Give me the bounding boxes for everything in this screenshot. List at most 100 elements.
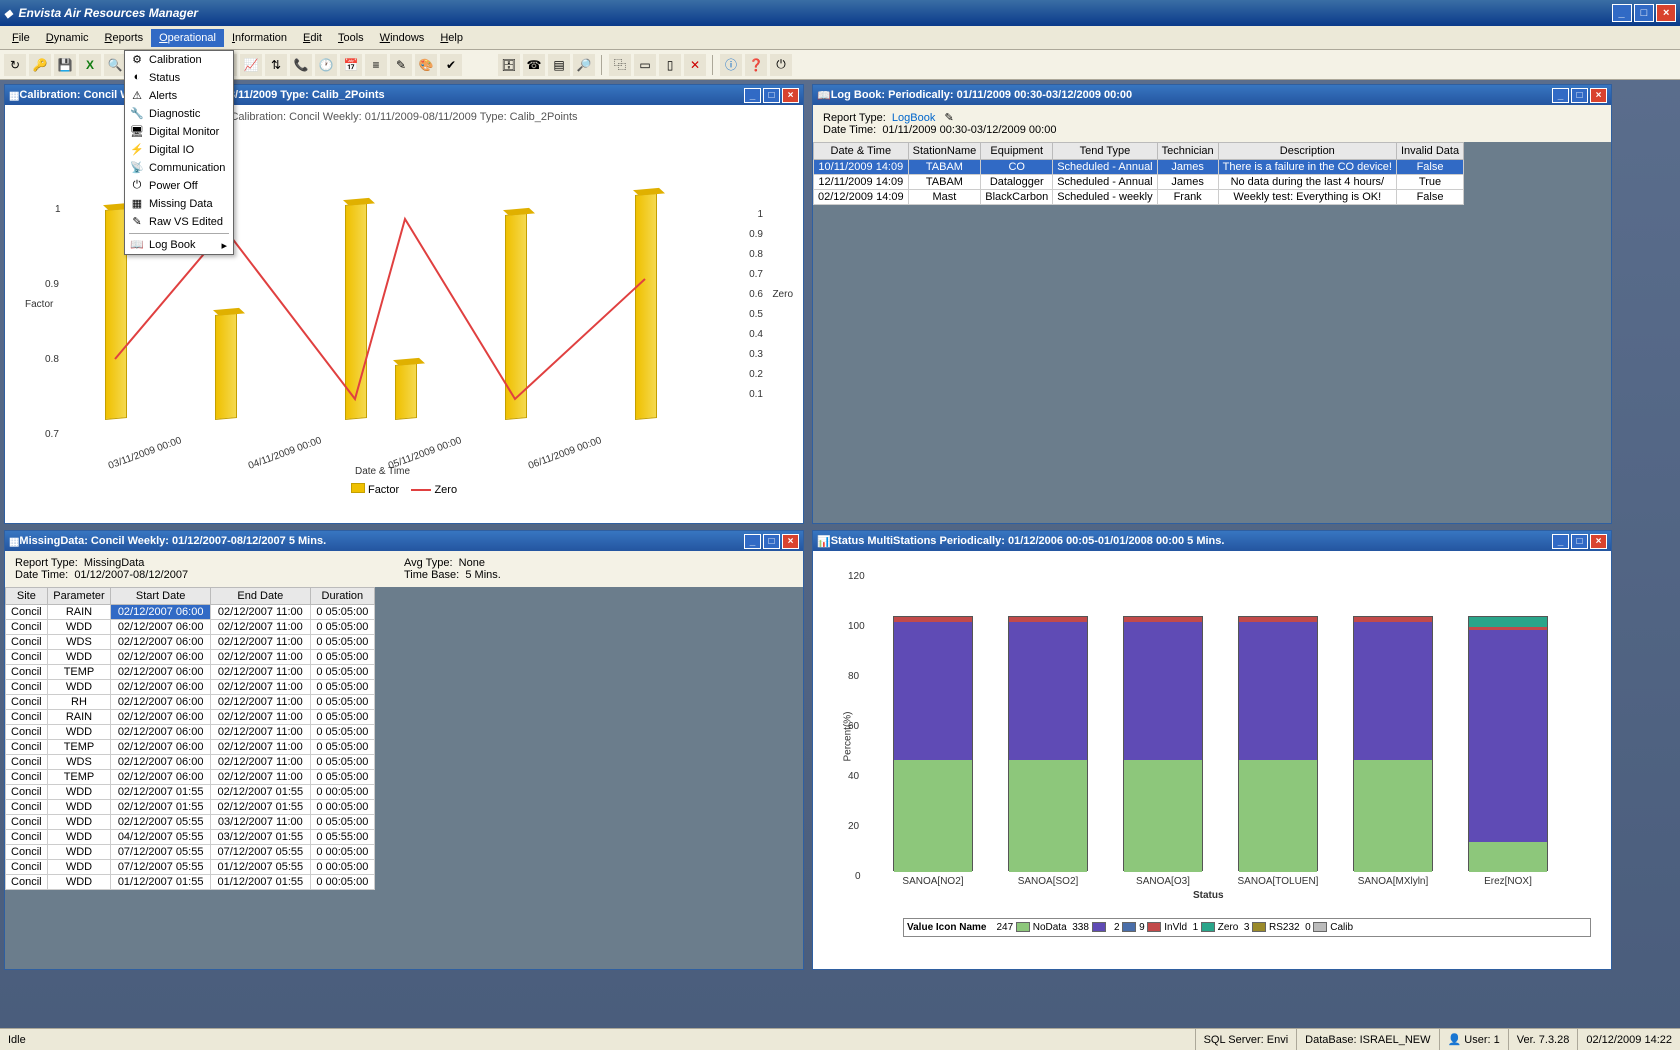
table-row[interactable]: 10/11/2009 14:09TABAMCOScheduled - Annua… [814, 160, 1464, 175]
search-icon[interactable]: 🔎 [573, 54, 595, 76]
table-row[interactable]: ConcilWDD07/12/2007 05:5507/12/2007 05:5… [6, 845, 375, 860]
menu-operational[interactable]: Operational [151, 29, 224, 47]
edit-icon[interactable]: ✎ [390, 54, 412, 76]
max-btn[interactable]: □ [763, 534, 780, 549]
zoom-icon[interactable]: 🔍 [104, 54, 126, 76]
dropdown-communication[interactable]: 📡Communication [125, 159, 233, 177]
info-icon[interactable]: ⓘ [720, 54, 742, 76]
col-header[interactable]: Start Date [111, 588, 211, 605]
dropdown-missing-data[interactable]: ▦Missing Data [125, 195, 233, 213]
close-btn[interactable]: × [1590, 534, 1607, 549]
table-row[interactable]: ConcilWDD02/12/2007 06:0002/12/2007 11:0… [6, 650, 375, 665]
table-row[interactable]: ConcilRAIN02/12/2007 06:0002/12/2007 11:… [6, 605, 375, 620]
min-btn[interactable]: _ [744, 534, 761, 549]
logbook-table[interactable]: Date & TimeStationNameEquipmentTend Type… [813, 142, 1464, 205]
min-btn[interactable]: _ [1552, 88, 1569, 103]
close-btn[interactable]: × [782, 534, 799, 549]
col-header[interactable]: Equipment [981, 143, 1053, 160]
menu-dynamic[interactable]: Dynamic [38, 29, 97, 47]
phone-icon[interactable]: 📞 [290, 54, 312, 76]
table-row[interactable]: ConcilWDD02/12/2007 01:5502/12/2007 01:5… [6, 800, 375, 815]
key-icon[interactable]: 🔑 [29, 54, 51, 76]
table-row[interactable]: ConcilWDD02/12/2007 06:0002/12/2007 11:0… [6, 725, 375, 740]
table-row[interactable]: ConcilTEMP02/12/2007 06:0002/12/2007 11:… [6, 740, 375, 755]
edit-pencil-icon[interactable]: ✎ [945, 112, 954, 124]
menu-file[interactable]: File [4, 29, 38, 47]
col-header[interactable]: Invalid Data [1396, 143, 1463, 160]
min-btn[interactable]: _ [744, 88, 761, 103]
excel-icon[interactable]: X [79, 54, 101, 76]
dropdown-raw-vs-edited[interactable]: ✎Raw VS Edited [125, 213, 233, 231]
refresh-icon[interactable]: ↻ [4, 54, 26, 76]
palette-icon[interactable]: 🎨 [415, 54, 437, 76]
menu-tools[interactable]: Tools [330, 29, 372, 47]
col-header[interactable]: StationName [908, 143, 981, 160]
minimize-button[interactable]: _ [1612, 4, 1632, 22]
save-icon[interactable]: 💾 [54, 54, 76, 76]
about-icon[interactable]: ❓ [745, 54, 767, 76]
cascade-icon[interactable]: ⿻ [609, 54, 631, 76]
list-icon[interactable]: ≡ [365, 54, 387, 76]
min-btn[interactable]: _ [1552, 534, 1569, 549]
menu-help[interactable]: Help [432, 29, 471, 47]
menu-windows[interactable]: Windows [372, 29, 433, 47]
db-icon[interactable]: 🗄 [498, 54, 520, 76]
form-icon[interactable]: ▤ [548, 54, 570, 76]
table-row[interactable]: ConcilWDD04/12/2007 05:5503/12/2007 01:5… [6, 830, 375, 845]
max-btn[interactable]: □ [1571, 534, 1588, 549]
close-btn[interactable]: × [1590, 88, 1607, 103]
status-titlebar[interactable]: 📊 Status MultiStations Periodically: 01/… [813, 531, 1611, 551]
dropdown-calibration[interactable]: ⚙Calibration [125, 51, 233, 69]
exit-icon[interactable]: ⏻ [770, 54, 792, 76]
missing-table[interactable]: SiteParameterStart DateEnd DateDurationC… [5, 587, 375, 890]
dropdown-digital-monitor[interactable]: 🖥Digital Monitor [125, 123, 233, 141]
max-btn[interactable]: □ [1571, 88, 1588, 103]
col-header[interactable]: Duration [310, 588, 374, 605]
calendar-icon[interactable]: 📅 [340, 54, 362, 76]
table-row[interactable]: ConcilWDD01/12/2007 01:5501/12/2007 01:5… [6, 875, 375, 890]
table-row[interactable]: ConcilRAIN02/12/2007 06:0002/12/2007 11:… [6, 710, 375, 725]
max-btn[interactable]: □ [763, 88, 780, 103]
table-row[interactable]: ConcilWDS02/12/2007 06:0002/12/2007 11:0… [6, 635, 375, 650]
close-all-icon[interactable]: ✕ [684, 54, 706, 76]
dropdown-diagnostic[interactable]: 🔧Diagnostic [125, 105, 233, 123]
dropdown-status[interactable]: ◐Status [125, 69, 233, 87]
tile-v-icon[interactable]: ▯ [659, 54, 681, 76]
menu-information[interactable]: Information [224, 29, 295, 47]
check-icon[interactable]: ✔ [440, 54, 462, 76]
col-header[interactable]: Parameter [47, 588, 111, 605]
tile-h-icon[interactable]: ▭ [634, 54, 656, 76]
table-row[interactable]: ConcilTEMP02/12/2007 06:0002/12/2007 11:… [6, 665, 375, 680]
logbook-titlebar[interactable]: 📖 Log Book: Periodically: 01/11/2009 00:… [813, 85, 1611, 105]
menu-reports[interactable]: Reports [97, 29, 152, 47]
stats-icon[interactable]: 📈 [240, 54, 262, 76]
table-row[interactable]: 12/11/2009 14:09TABAMDataloggerScheduled… [814, 175, 1464, 190]
table-row[interactable]: ConcilWDD02/12/2007 06:0002/12/2007 11:0… [6, 620, 375, 635]
dropdown-alerts[interactable]: ⚠Alerts [125, 87, 233, 105]
dropdown-digital-io[interactable]: ⚡Digital IO [125, 141, 233, 159]
close-btn[interactable]: × [782, 88, 799, 103]
missing-grid-wrap[interactable]: SiteParameterStart DateEnd DateDurationC… [5, 587, 803, 957]
table-row[interactable]: 02/12/2009 14:09MastBlackCarbonScheduled… [814, 190, 1464, 205]
table-row[interactable]: ConcilWDD02/12/2007 01:5502/12/2007 01:5… [6, 785, 375, 800]
missing-titlebar[interactable]: ▦ MissingData: Concil Weekly: 01/12/2007… [5, 531, 803, 551]
table-row[interactable]: ConcilTEMP02/12/2007 06:0002/12/2007 11:… [6, 770, 375, 785]
col-header[interactable]: Date & Time [814, 143, 909, 160]
table-row[interactable]: ConcilWDD07/12/2007 05:5501/12/2007 05:5… [6, 860, 375, 875]
clock-icon[interactable]: 🕐 [315, 54, 337, 76]
menu-edit[interactable]: Edit [295, 29, 330, 47]
col-header[interactable]: Site [6, 588, 48, 605]
close-button[interactable]: × [1656, 4, 1676, 22]
col-header[interactable]: End Date [210, 588, 310, 605]
table-row[interactable]: ConcilRH02/12/2007 06:0002/12/2007 11:00… [6, 695, 375, 710]
table-row[interactable]: ConcilWDS02/12/2007 06:0002/12/2007 11:0… [6, 755, 375, 770]
sort-icon[interactable]: ⇅ [265, 54, 287, 76]
col-header[interactable]: Tend Type [1053, 143, 1157, 160]
col-header[interactable]: Description [1218, 143, 1396, 160]
table-row[interactable]: ConcilWDD02/12/2007 05:5503/12/2007 11:0… [6, 815, 375, 830]
maximize-button[interactable]: □ [1634, 4, 1654, 22]
telephone-icon[interactable]: ☎ [523, 54, 545, 76]
col-header[interactable]: Technician [1157, 143, 1218, 160]
dropdown-power-off[interactable]: ⏻Power Off [125, 177, 233, 195]
dropdown-logbook[interactable]: 📖Log Book▸ [125, 236, 233, 254]
